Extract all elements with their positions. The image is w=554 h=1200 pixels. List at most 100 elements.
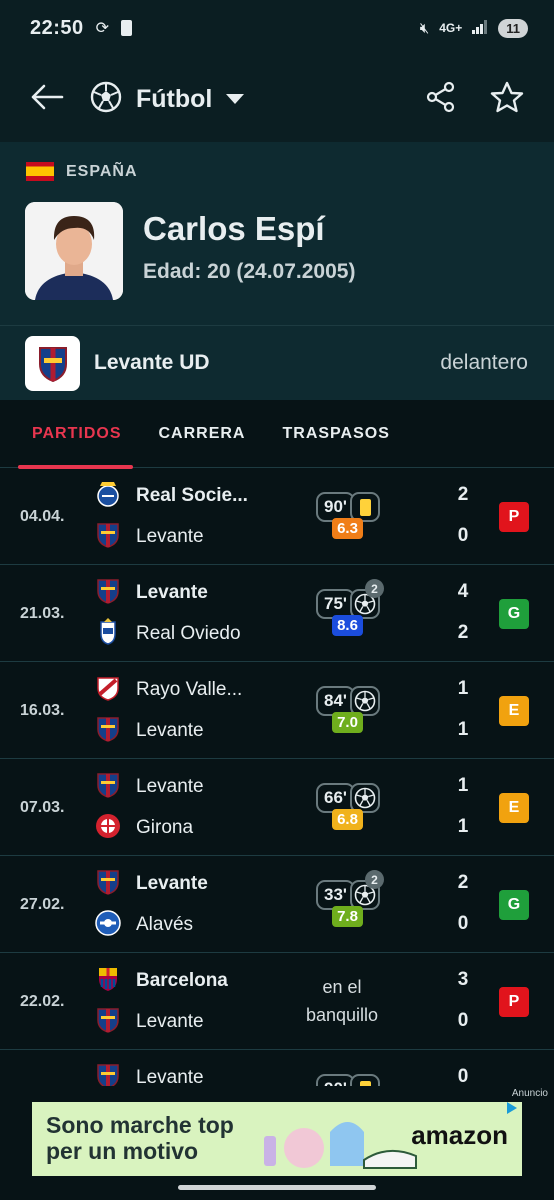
goal-count-badge: 2 — [365, 579, 384, 598]
ad-banner[interactable]: Sono marche top per un motivo amazon — [32, 1102, 522, 1176]
away-score: 1 — [457, 816, 469, 837]
match-date: 16.03. — [20, 701, 65, 719]
tab-carrera[interactable]: CARRERA — [158, 400, 245, 468]
team-row[interactable]: Levante UD delantero — [0, 325, 554, 400]
player-stats: 33' 2 7.8 — [316, 870, 386, 930]
status-time: 22:50 — [30, 16, 84, 39]
player-stats: 66' 6.8 — [316, 783, 386, 833]
away-crest-icon — [94, 909, 122, 942]
chevron-down-icon[interactable] — [226, 94, 245, 104]
match-row[interactable]: 16.03. Rayo Valle... Levante 84' 7.0 1 1 E — [0, 662, 554, 759]
home-team: Levante — [94, 1063, 204, 1086]
home-team-name: Levante — [136, 873, 208, 894]
player-rating: 7.8 — [332, 906, 363, 927]
away-team: Real Oviedo — [94, 617, 241, 651]
home-team: Levante — [94, 772, 204, 802]
away-team: Levante — [94, 716, 204, 746]
battery-indicator: 11 — [498, 18, 528, 38]
away-team-name: Levante — [136, 526, 204, 547]
home-crest-icon — [94, 965, 122, 998]
home-crest-icon — [94, 480, 122, 513]
player-position: delantero — [440, 351, 528, 374]
result-badge: G — [499, 599, 529, 629]
home-crest-icon — [94, 1062, 122, 1086]
match-row[interactable]: 21.03. Levante Real Oviedo 75' 2 8.6 4 2 G — [0, 565, 554, 662]
away-team: Alavés — [94, 909, 194, 942]
player-stats: 90' — [316, 1074, 386, 1086]
tab-traspasos[interactable]: TRASPASOS — [282, 400, 389, 468]
away-crest-icon — [94, 1006, 122, 1039]
sport-title[interactable]: Fútbol — [136, 85, 212, 114]
player-name: Carlos Espí — [143, 210, 325, 247]
away-team-name: Real Oviedo — [136, 623, 241, 644]
home-crest-icon — [94, 577, 122, 610]
sync-icon: ⟳ — [95, 20, 110, 37]
country-row[interactable]: ESPAÑA — [26, 162, 138, 181]
home-team: Real Socie... — [94, 481, 248, 511]
country-label: ESPAÑA — [66, 162, 138, 180]
away-team-name: Levante — [136, 1011, 204, 1032]
away-score: 0 — [457, 525, 469, 546]
mute-icon: 🔇︎ — [419, 19, 430, 37]
player-header: ESPAÑA Carlos Espí Edad: 20 (24.07.2005)… — [0, 142, 554, 400]
home-team-name: Levante — [136, 582, 208, 603]
player-photo — [25, 202, 123, 300]
player-stats: 84' 7.0 — [316, 686, 386, 736]
yellow-card-icon — [350, 1074, 380, 1086]
away-score: 0 — [457, 1010, 469, 1031]
match-date: 04.04. — [20, 507, 65, 525]
player-stats: 90' 6.3 — [316, 492, 386, 542]
star-icon[interactable] — [490, 81, 524, 118]
ad-label: Anuncio — [511, 1088, 548, 1099]
match-date: 22.02. — [20, 992, 65, 1010]
player-stats: 75' 2 8.6 — [316, 579, 386, 639]
away-team: Levante — [94, 522, 204, 552]
levante-crest-icon — [25, 335, 80, 391]
away-crest-icon — [94, 812, 122, 845]
ad-headline-line2: per un motivo — [46, 1138, 199, 1164]
home-score: 0 — [457, 1066, 469, 1086]
home-team: Rayo Valle... — [94, 675, 242, 705]
home-team-name: Barcelona — [136, 970, 228, 991]
home-score: 1 — [457, 775, 469, 796]
home-indicator[interactable] — [178, 1185, 376, 1190]
result-badge: P — [499, 987, 529, 1017]
player-rating: 8.6 — [332, 615, 363, 636]
match-list: 04.04. Real Socie... Levante 90' 6.3 2 0 P 21.03… — [0, 468, 554, 1086]
away-score: 1 — [457, 719, 469, 740]
away-crest-icon — [94, 617, 122, 651]
away-team-name: Girona — [136, 817, 194, 838]
back-arrow-icon[interactable] — [30, 83, 64, 116]
away-crest-icon — [94, 521, 122, 554]
away-team: Levante — [94, 1007, 204, 1037]
bench-status: en el banquillo — [305, 977, 379, 1025]
home-team: Levante — [94, 869, 208, 899]
home-team-name: Rayo Valle... — [136, 679, 243, 700]
tab-partidos[interactable]: PARTIDOS — [17, 400, 135, 469]
tab-bar: PARTIDOS CARRERA TRASPASOS — [0, 400, 554, 469]
ad-headline-line1: Sono marche top — [46, 1112, 234, 1138]
adchoices-icon[interactable] — [504, 1100, 520, 1121]
home-team: Barcelona — [94, 966, 228, 996]
signal-icon — [472, 19, 488, 37]
spain-flag-icon — [26, 162, 54, 181]
match-date: 21.03. — [20, 604, 65, 622]
player-age: Edad: 20 (24.07.2005) — [143, 260, 356, 283]
match-row[interactable]: 04.04. Real Socie... Levante 90' 6.3 2 0 P — [0, 468, 554, 565]
home-team-name: Levante — [136, 776, 204, 797]
home-team-name: Levante — [136, 1067, 204, 1086]
match-row[interactable]: 22.02. Barcelona Levante en el banquillo 3 0 P — [0, 953, 554, 1050]
match-row[interactable]: 07.03. Levante Girona 66' 6.8 1 1 E — [0, 759, 554, 856]
result-badge: P — [499, 502, 529, 532]
away-crest-icon — [94, 715, 122, 748]
home-score: 3 — [457, 969, 469, 990]
goal-count-badge: 2 — [365, 870, 384, 889]
home-crest-icon — [94, 868, 122, 901]
match-row[interactable]: 27.02. Levante Alavés 33' 2 7.8 2 0 G — [0, 856, 554, 953]
app-bar: Fútbol — [0, 56, 554, 142]
match-date: 27.02. — [20, 895, 65, 913]
match-row[interactable]: Levante 90' 0 — [0, 1050, 554, 1086]
share-icon[interactable] — [426, 81, 456, 118]
away-team-name: Levante — [136, 720, 204, 741]
away-team-name: Alavés — [136, 914, 194, 935]
